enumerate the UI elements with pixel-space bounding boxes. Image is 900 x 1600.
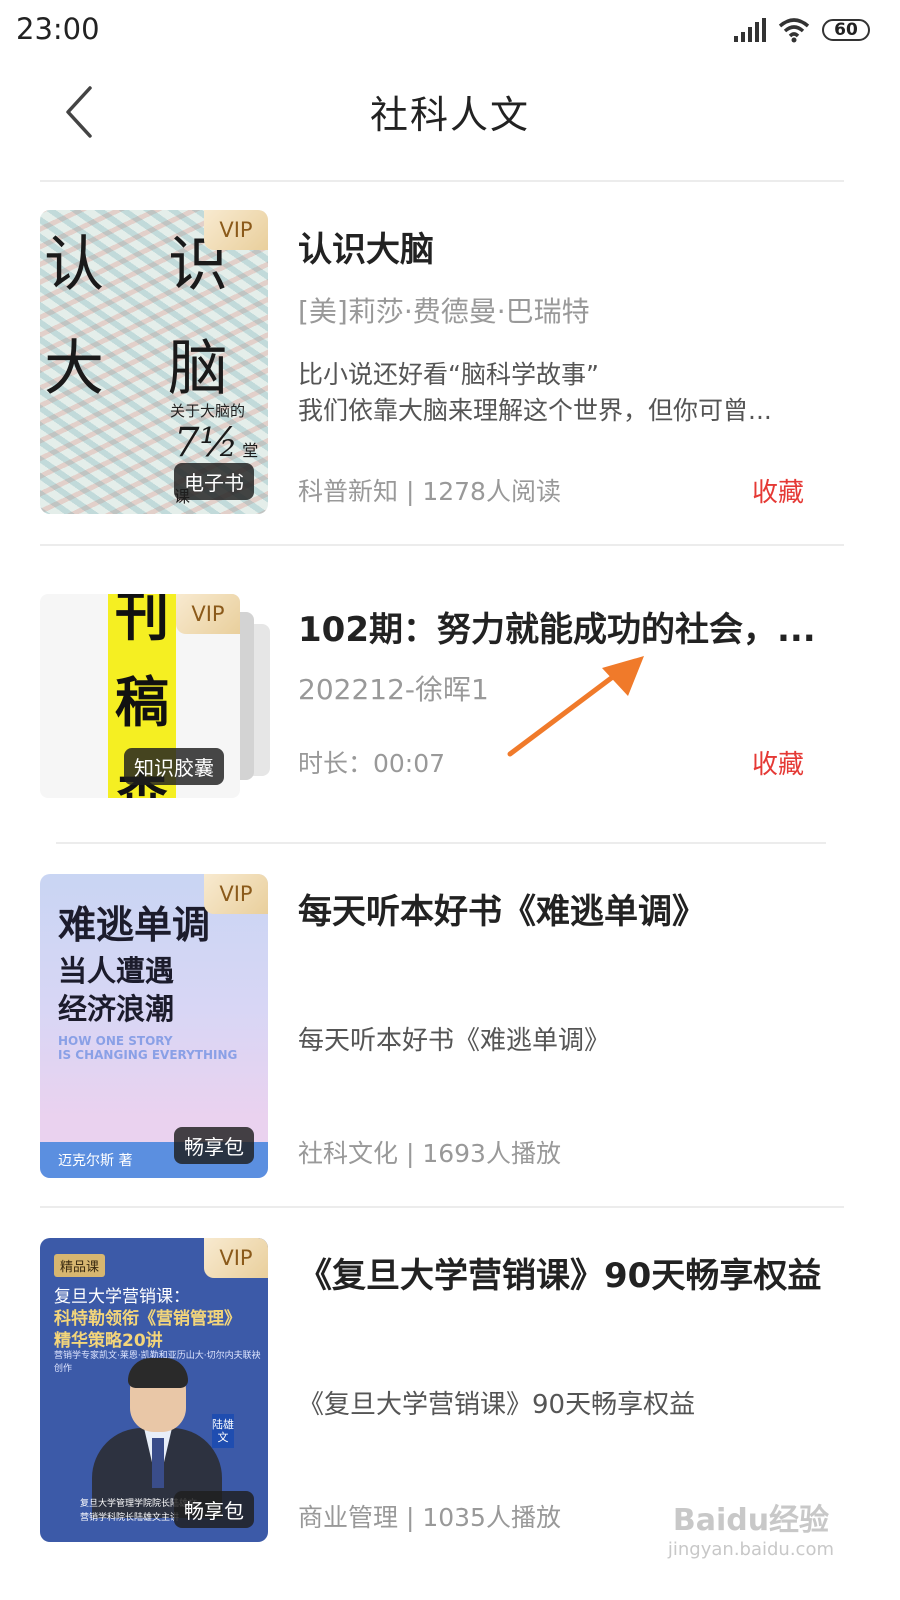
watermark-sub: jingyan.baidu.com <box>667 1539 834 1560</box>
cover-author: 迈克尔斯 著 <box>58 1153 133 1169</box>
cover-badge: 精品课 <box>54 1254 106 1277</box>
desc-line: 我们依靠大脑来理解这个世界，但你可曾... <box>298 396 772 425</box>
cover-title: 难逃单调 <box>58 903 211 947</box>
item-info: 《复旦大学营销课》90天畅享权益 <box>298 1248 860 1297</box>
book-cover[interactable]: 认 识 大 脑 关于大脑的 7½堂课 VIP 电子书 <box>40 210 268 514</box>
cover-number-value: 7½ <box>174 420 239 466</box>
type-tag: 知识胶囊 <box>124 748 224 785</box>
status-bar: 23:00 60 <box>0 0 900 62</box>
item-title: 《复旦大学营销课》90天畅享权益 <box>298 1256 822 1296</box>
item-title: 认识大脑 <box>298 230 434 270</box>
title-bar: 社科人文 <box>0 62 900 162</box>
item-description: 《复旦大学营销课》90天畅享权益 <box>298 1390 696 1420</box>
cover-english: IS CHANGING EVERYTHING <box>58 1048 238 1062</box>
item-description: 每天听本好书《难逃单调》 <box>298 1026 611 1056</box>
watermark: Baidu经验 jingyan.baidu.com <box>668 1495 834 1560</box>
item-subtitle: 202212-徐晖1 <box>298 673 489 706</box>
course-cover[interactable]: 精品课 复旦大学营销课： 科特勒领衔《营销管理》 精华策略20讲 营销学专家凯文… <box>40 1238 268 1542</box>
item-subtitle-row: 202212-徐晖1 <box>298 668 848 708</box>
item-description-row: 每天听本好书《难逃单调》 <box>298 1020 848 1057</box>
cover-line: 当人遭遇 <box>58 954 175 988</box>
item-info: 每天听本好书《难逃单调》 <box>298 884 848 933</box>
course-cover[interactable]: 难逃单调 当人遭遇 经济浪潮 HOW ONE STORY IS CHANGING… <box>40 874 268 1178</box>
desc-line: 比小说还好看“脑科学故事” <box>298 360 599 389</box>
audio-cover[interactable]: 刊 稿 森 VIP 知识胶囊 <box>40 594 270 798</box>
type-tag: 畅享包 <box>174 1491 254 1528</box>
vip-badge: VIP <box>204 874 268 914</box>
cover-title-char: 脑 <box>168 334 228 404</box>
vip-badge: VIP <box>204 1238 268 1278</box>
favorite-button[interactable]: 收藏 <box>752 472 804 509</box>
item-author-row: [美]莉莎·费德曼·巴瑞特 <box>298 290 848 330</box>
item-description: 比小说还好看“脑科学故事” 我们依靠大脑来理解这个世界，但你可曾... <box>298 357 848 429</box>
item-description-row: 《复旦大学营销课》90天畅享权益 <box>298 1384 848 1421</box>
item-title: 每天听本好书《难逃单调》 <box>298 892 706 932</box>
list-item-audio[interactable]: 刊 稿 森 VIP 知识胶囊 102期：努力就能成功的社会，... 202212… <box>0 546 900 844</box>
type-tag: 电子书 <box>174 463 254 500</box>
cover-line: 经济浪潮 <box>58 992 175 1026</box>
lecturer-name: 陆雄文 <box>212 1414 234 1448</box>
item-author: [美]莉莎·费德曼·巴瑞特 <box>298 295 590 328</box>
item-meta: 社科文化 | 1693人播放 <box>298 1139 561 1168</box>
cover-footnote: 营销学科院长陆雄文主讲 <box>80 1513 180 1523</box>
signal-icon <box>734 18 766 42</box>
battery-icon: 60 <box>822 19 870 41</box>
item-info: 102期：努力就能成功的社会，... <box>298 602 848 651</box>
page-title: 社科人文 <box>369 93 530 137</box>
list-item-book[interactable]: 认 识 大 脑 关于大脑的 7½堂课 VIP 电子书 认识大脑 [美]莉莎·费德… <box>0 182 900 546</box>
vip-badge: VIP <box>176 594 240 634</box>
cover-title-char: 认 <box>44 230 104 300</box>
list-item-course[interactable]: 难逃单调 当人遭遇 经济浪潮 HOW ONE STORY IS CHANGING… <box>0 844 900 1206</box>
cover-subtitle: 关于大脑的 <box>170 402 246 420</box>
item-title: 102期：努力就能成功的社会，... <box>298 610 816 650</box>
vip-badge: VIP <box>204 210 268 250</box>
cover-english: HOW ONE STORY <box>58 1034 173 1048</box>
status-icons: 60 <box>734 14 870 46</box>
item-info: 认识大脑 <box>298 222 848 271</box>
watermark-main: Baidu经验 <box>672 1503 830 1538</box>
cover-front: 刊 稿 森 VIP 知识胶囊 <box>40 594 240 798</box>
lecturer-photo <box>92 1358 222 1518</box>
wifi-icon <box>778 18 810 43</box>
cover-char: 稿 <box>115 671 169 734</box>
cover-char: 刊 <box>115 594 169 648</box>
cover-title-char: 大 <box>44 334 104 404</box>
favorite-button[interactable]: 收藏 <box>752 744 804 781</box>
status-time: 23:00 <box>16 12 100 46</box>
type-tag: 畅享包 <box>174 1127 254 1164</box>
